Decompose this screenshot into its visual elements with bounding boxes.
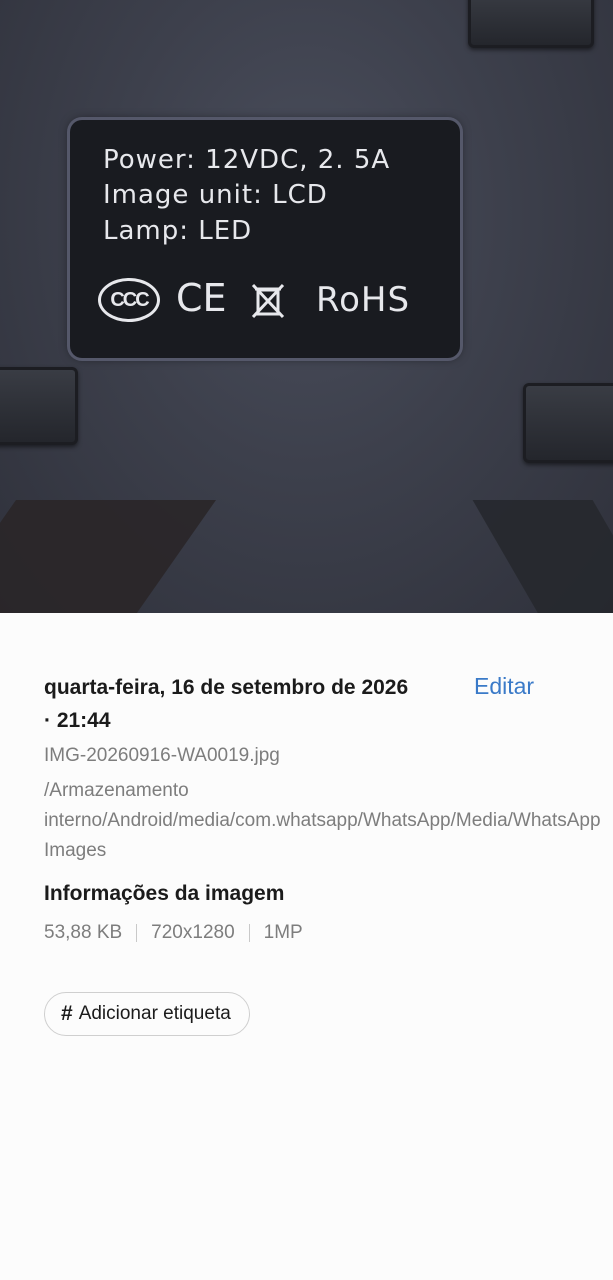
- add-tag-button[interactable]: # Adicionar etiqueta: [44, 992, 250, 1036]
- image-resolution: 720x1280: [151, 922, 235, 943]
- device-rubber-foot: [468, 0, 594, 48]
- megapixels: 1MP: [263, 922, 303, 943]
- date-time-title: quarta-feira, 16 de setembro de 2026 · 2…: [44, 671, 464, 737]
- image-info-title: Informações da imagem: [44, 882, 285, 905]
- photo-preview[interactable]: Power: 12VDC, 2. 5A Image unit: LCD Lamp…: [0, 0, 613, 613]
- file-size: 53,88 KB: [44, 922, 123, 943]
- image-unit-spec: Image unit: LCD: [103, 180, 328, 210]
- file-path: /Armazenamento interno/Android/media/com…: [44, 780, 601, 861]
- photo-shadow-right: [472, 500, 613, 613]
- time-text: · 21:44: [44, 709, 111, 732]
- image-info-row: 53,88 KB 720x1280 1MP: [44, 922, 303, 944]
- image-details-panel: quarta-feira, 16 de setembro de 2026 · 2…: [0, 613, 613, 1280]
- device-spec-label: Power: 12VDC, 2. 5A Image unit: LCD Lamp…: [70, 120, 460, 358]
- photo-shadow-left: [0, 500, 217, 613]
- file-name: IMG-20260916-WA0019.jpg: [44, 745, 280, 766]
- certification-marks: CCC CE RoHS: [98, 276, 438, 325]
- crossed-out-bin-icon: [248, 280, 288, 325]
- hash-icon: #: [61, 1002, 73, 1025]
- lamp-spec: Lamp: LED: [103, 216, 253, 246]
- add-tag-label: Adicionar etiqueta: [78, 1003, 231, 1024]
- power-spec: Power: 12VDC, 2. 5A: [103, 145, 391, 175]
- edit-button[interactable]: Editar: [474, 673, 534, 700]
- ce-mark-icon: CE: [176, 276, 227, 320]
- device-rubber-foot: [0, 367, 78, 445]
- device-rubber-foot: [523, 383, 613, 463]
- divider: [136, 924, 138, 942]
- ccc-mark-icon: CCC: [98, 278, 160, 322]
- rohs-mark: RoHS: [316, 280, 411, 320]
- divider: [248, 924, 250, 942]
- date-text: quarta-feira, 16 de setembro de 2026: [44, 676, 409, 699]
